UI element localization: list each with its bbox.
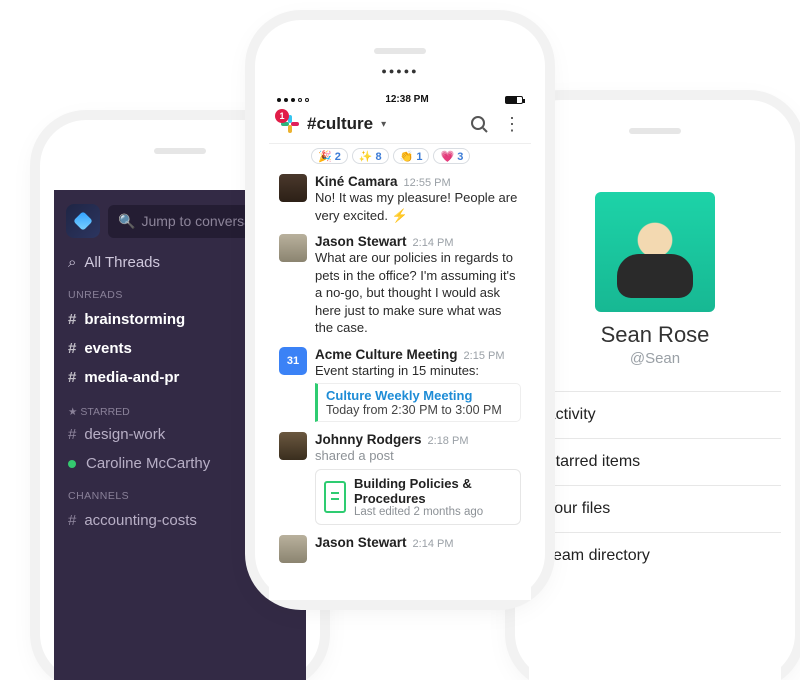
menu-activity[interactable]: Activity — [529, 391, 781, 438]
hash-icon: # — [68, 311, 76, 328]
message[interactable]: Jason Stewart 2:14 PM — [269, 531, 531, 569]
channel-label: events — [84, 340, 132, 357]
battery-icon — [505, 96, 523, 104]
message-author: Acme Culture Meeting — [315, 347, 458, 362]
message-event[interactable]: 31 Acme Culture Meeting 2:15 PM Event sta… — [269, 343, 531, 429]
avatar[interactable] — [279, 432, 307, 460]
message-time: 2:18 PM — [428, 435, 469, 447]
avatar[interactable] — [279, 535, 307, 563]
menu-team-directory[interactable]: Team directory — [529, 532, 781, 579]
message-post[interactable]: Johnny Rodgers 2:18 PM shared a post Buil… — [269, 428, 531, 531]
notification-badge: 1 — [275, 109, 289, 123]
chevron-down-icon[interactable]: ▾ — [381, 119, 386, 130]
phone-speaker — [374, 48, 426, 54]
reaction[interactable]: 💗3 — [433, 148, 470, 164]
avatar[interactable] — [279, 234, 307, 262]
channel-label: design-work — [84, 426, 165, 443]
message-subtitle: shared a post — [315, 447, 521, 465]
event-title: Culture Weekly Meeting — [326, 388, 512, 403]
reaction[interactable]: 👏1 — [393, 148, 430, 164]
hash-icon: # — [68, 369, 76, 386]
phone-dots: ●●●●● — [381, 66, 418, 76]
avatar[interactable] — [279, 174, 307, 202]
channel-name[interactable]: #culture — [307, 114, 373, 134]
calendar-icon: 31 — [279, 347, 307, 375]
document-icon — [324, 481, 346, 513]
document-attachment[interactable]: Building Policies & Procedures Last edit… — [315, 469, 521, 525]
message-subtitle: Event starting in 15 minutes: — [315, 362, 521, 380]
channel-label: brainstorming — [84, 311, 185, 328]
message-body: What are our policies in regards to pets… — [315, 249, 521, 337]
phone-channel: ●●●●● 12:38 PM 1 #culture ▾ ⋮ 🎉2 ✨8 👏1 💗… — [255, 20, 545, 600]
profile-avatar[interactable] — [595, 192, 715, 312]
message-author: Kiné Camara — [315, 174, 398, 189]
channel-header: 1 #culture ▾ ⋮ — [269, 107, 531, 144]
message-body: No! It was my pleasure! People are very … — [315, 189, 521, 224]
all-threads-label: All Threads — [84, 254, 160, 271]
hash-icon: # — [68, 340, 76, 357]
reaction-bar: 🎉2 ✨8 👏1 💗3 — [269, 144, 531, 170]
signal-icon — [277, 98, 309, 102]
search-icon: 🔍 — [118, 213, 135, 229]
phone-speaker — [154, 148, 206, 154]
channel-label: media-and-pr — [84, 369, 179, 386]
event-attachment[interactable]: Culture Weekly Meeting Today from 2:30 P… — [315, 383, 521, 422]
slack-logo[interactable]: 1 — [279, 113, 301, 135]
profile-menu: Activity Starred items Your files Team d… — [529, 391, 781, 579]
message-time: 2:14 PM — [413, 538, 454, 550]
message-author: Jason Stewart — [315, 535, 407, 550]
hash-icon: # — [68, 426, 76, 443]
message-author: Jason Stewart — [315, 234, 407, 249]
profile-name: Sean Rose — [529, 322, 781, 348]
menu-starred-items[interactable]: Starred items — [529, 438, 781, 485]
channel-label: accounting-costs — [84, 512, 197, 529]
message[interactable]: Jason Stewart 2:14 PM What are our polici… — [269, 230, 531, 343]
message[interactable]: Kiné Camara 12:55 PM No! It was my pleasu… — [269, 170, 531, 230]
profile-handle: @Sean — [529, 350, 781, 367]
star-icon: ★ — [68, 406, 77, 418]
reaction[interactable]: ✨8 — [352, 148, 389, 164]
event-detail: Today from 2:30 PM to 3:00 PM — [326, 403, 512, 417]
channel-screen: 12:38 PM 1 #culture ▾ ⋮ 🎉2 ✨8 👏1 💗3 Kiné… — [269, 90, 531, 600]
overflow-icon[interactable]: ⋮ — [503, 115, 521, 133]
status-bar: 12:38 PM — [269, 90, 531, 107]
phone-profile: Sean Rose @Sean Activity Starred items Y… — [515, 100, 795, 680]
profile-screen: Sean Rose @Sean Activity Starred items Y… — [529, 170, 781, 680]
reaction[interactable]: 🎉2 — [311, 148, 348, 164]
clock: 12:38 PM — [385, 94, 428, 105]
message-time: 12:55 PM — [404, 177, 451, 189]
document-meta: Last edited 2 months ago — [354, 506, 512, 518]
phone-speaker — [629, 128, 681, 134]
document-title: Building Policies & Procedures — [354, 476, 512, 506]
hash-icon: # — [68, 512, 76, 529]
search-icon[interactable] — [469, 114, 489, 134]
dm-label: Caroline McCarthy — [86, 455, 210, 472]
workspace-logo[interactable] — [66, 204, 100, 238]
message-time: 2:15 PM — [464, 350, 505, 362]
presence-icon — [68, 460, 76, 468]
threads-icon: ⌕ — [68, 254, 76, 271]
message-author: Johnny Rodgers — [315, 432, 422, 447]
menu-your-files[interactable]: Your files — [529, 485, 781, 532]
message-time: 2:14 PM — [413, 237, 454, 249]
